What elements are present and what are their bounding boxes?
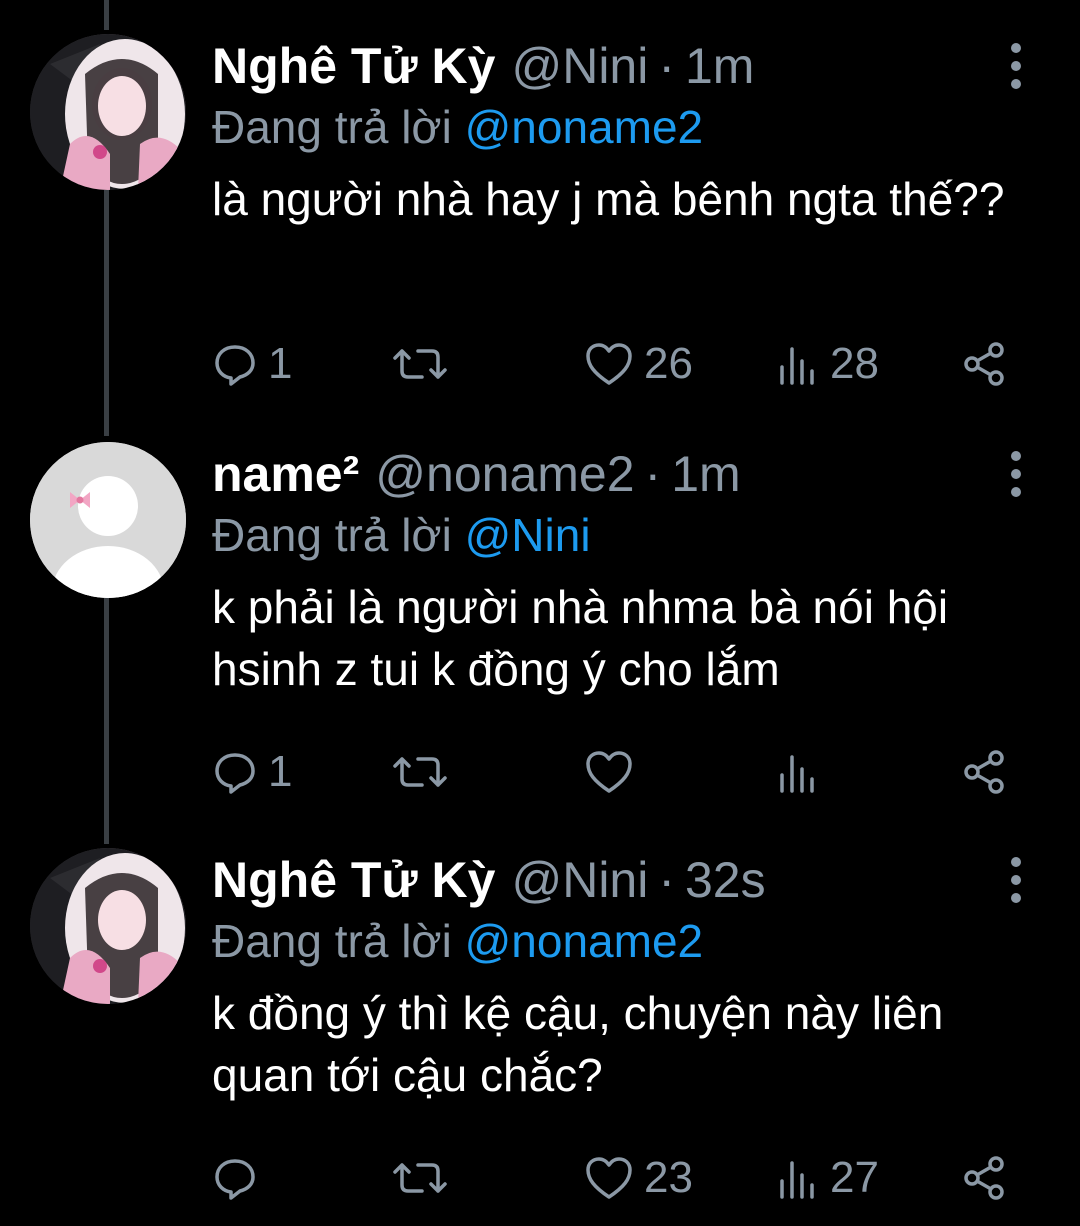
more-icon[interactable] — [1000, 448, 1032, 500]
replying-prefix: Đang trả lời — [212, 915, 452, 967]
retweet-icon — [393, 1163, 447, 1193]
reply-count: 1 — [268, 747, 293, 796]
thread-line — [104, 0, 109, 30]
timestamp[interactable]: 1m — [671, 445, 740, 503]
mention-link[interactable]: @noname2 — [465, 101, 704, 153]
timestamp[interactable]: 32s — [685, 851, 766, 909]
avatar-photo-icon — [30, 848, 186, 1004]
action-bar: 1 26 28 — [212, 334, 1022, 394]
views-button[interactable]: 28 — [774, 334, 879, 394]
replying-prefix: Đang trả lời — [212, 509, 452, 561]
user-handle[interactable]: @Nini — [511, 851, 648, 909]
reply-button[interactable]: 1 — [212, 334, 292, 394]
like-count: 23 — [644, 1153, 693, 1202]
share-icon — [964, 342, 1004, 386]
tweet-header: name² @noname2 · 1m — [212, 442, 741, 506]
views-button[interactable]: 27 — [774, 1148, 879, 1208]
reply-button[interactable] — [212, 1148, 268, 1208]
more-icon[interactable] — [1000, 854, 1032, 906]
user-handle[interactable]: @noname2 — [375, 445, 634, 503]
views-icon — [780, 347, 814, 385]
like-button[interactable]: 26 — [584, 334, 693, 394]
reply-count: 1 — [268, 339, 293, 388]
separator: · — [644, 446, 662, 502]
tweet-text: k đồng ý thì kệ cậu, chuyện này liên qua… — [212, 987, 944, 1101]
replying-to: Đang trả lời @noname2 — [212, 914, 703, 968]
display-name[interactable]: Nghê Tử Kỳ — [212, 37, 495, 95]
mention-link[interactable]: @Nini — [465, 509, 591, 561]
retweet-button[interactable] — [392, 742, 458, 802]
like-button[interactable] — [584, 742, 644, 802]
display-name[interactable]: Nghê Tử Kỳ — [212, 851, 495, 909]
avatar[interactable] — [30, 34, 186, 190]
default-avatar-icon — [30, 442, 186, 598]
avatar[interactable] — [30, 848, 186, 1004]
views-icon — [780, 1161, 814, 1199]
view-count: 28 — [830, 339, 879, 388]
share-button[interactable] — [960, 334, 1008, 394]
heart-icon — [586, 1157, 632, 1199]
heart-icon — [586, 343, 632, 385]
tweet[interactable]: name² @noname2 · 1m Đang trả lời @Nini k… — [0, 442, 1080, 812]
tweet-header: Nghê Tử Kỳ @Nini · 1m — [212, 34, 754, 98]
action-bar: 23 27 — [212, 1148, 1022, 1208]
share-icon — [964, 750, 1004, 794]
views-icon — [780, 755, 814, 793]
action-bar: 1 — [212, 742, 1022, 802]
reply-icon — [215, 345, 255, 386]
reply-icon — [215, 1159, 255, 1200]
avatar[interactable] — [30, 442, 186, 598]
tweet-text: là người nhà hay j mà bênh ngta thế?? — [212, 173, 1005, 225]
retweet-icon — [393, 349, 447, 379]
user-handle[interactable]: @Nini — [511, 37, 648, 95]
avatar-photo-icon — [30, 34, 186, 190]
retweet-button[interactable] — [392, 334, 458, 394]
tweet[interactable]: Nghê Tử Kỳ @Nini · 1m Đang trả lời @nona… — [0, 34, 1080, 404]
views-button[interactable] — [774, 742, 830, 802]
more-icon[interactable] — [1000, 40, 1032, 92]
tweet-text: k phải là người nhà nhma bà nói hội hsin… — [212, 581, 949, 695]
timestamp[interactable]: 1m — [685, 37, 754, 95]
tweet-header: Nghê Tử Kỳ @Nini · 32s — [212, 848, 766, 912]
replying-to: Đang trả lời @Nini — [212, 508, 591, 562]
retweet-icon — [393, 757, 447, 787]
reply-icon — [215, 753, 255, 794]
share-icon — [964, 1156, 1004, 1200]
share-button[interactable] — [960, 1148, 1008, 1208]
mention-link[interactable]: @noname2 — [465, 915, 704, 967]
view-count: 27 — [830, 1153, 879, 1202]
display-name[interactable]: name² — [212, 445, 359, 503]
share-button[interactable] — [960, 742, 1008, 802]
reply-button[interactable]: 1 — [212, 742, 292, 802]
retweet-button[interactable] — [392, 1148, 458, 1208]
like-button[interactable]: 23 — [584, 1148, 693, 1208]
separator: · — [658, 38, 675, 94]
separator: · — [658, 852, 675, 908]
heart-icon — [586, 751, 632, 793]
replying-to: Đang trả lời @noname2 — [212, 100, 703, 154]
replying-prefix: Đang trả lời — [212, 101, 452, 153]
tweet[interactable]: Nghê Tử Kỳ @Nini · 32s Đang trả lời @non… — [0, 848, 1080, 1218]
like-count: 26 — [644, 339, 693, 388]
